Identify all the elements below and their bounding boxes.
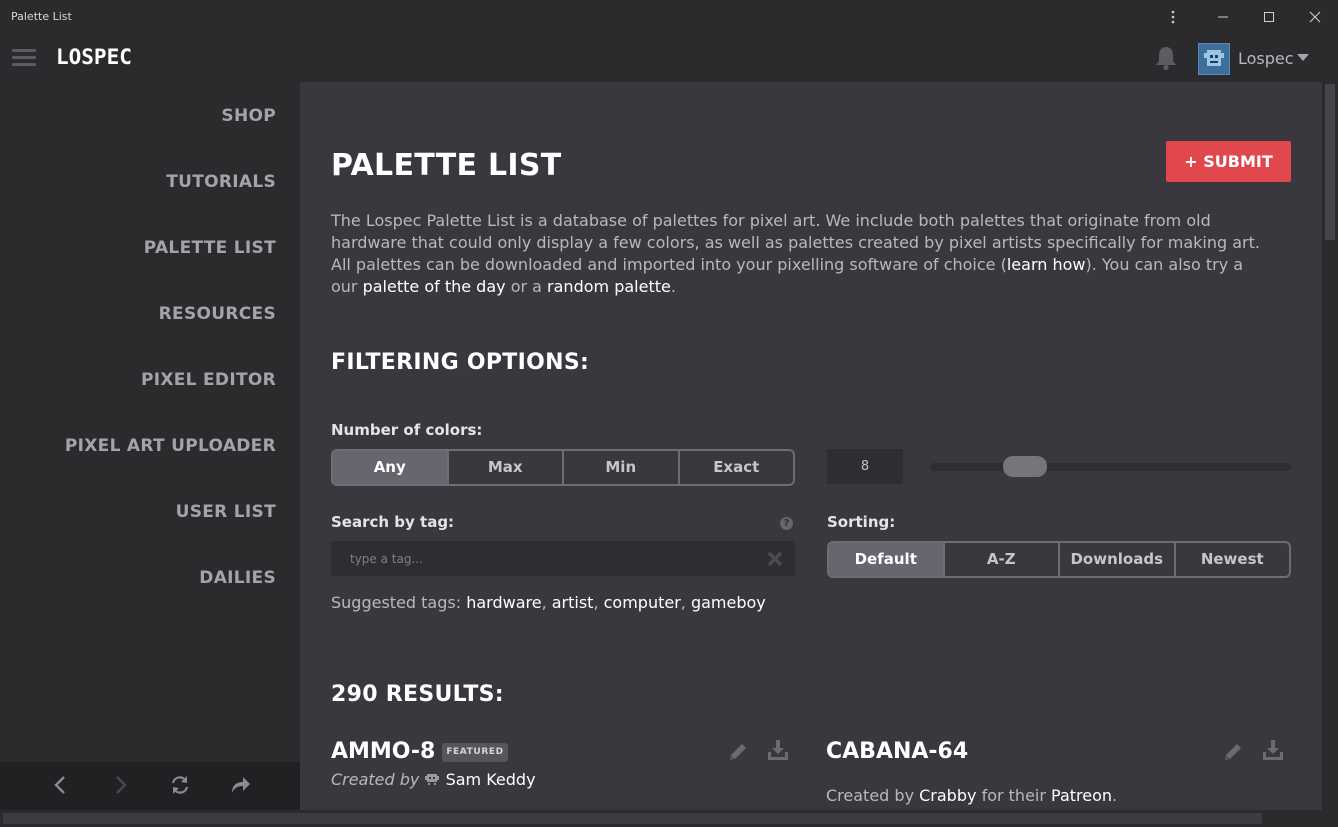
lospec-logo[interactable]: LOSPEC	[56, 45, 132, 69]
clear-icon[interactable]	[766, 550, 784, 568]
sort-downloads[interactable]: Downloads	[1060, 543, 1176, 576]
site-header: LOSPEC Lospec	[0, 34, 1338, 82]
created-by-label: Created by	[331, 770, 420, 789]
tag-search-input[interactable]	[331, 541, 795, 576]
notification-bell-icon[interactable]	[1154, 45, 1178, 71]
random-palette-link[interactable]: random palette	[547, 277, 671, 296]
intro-part: or a	[505, 277, 548, 296]
suggested-tags: Suggested tags: hardware, artist, comput…	[331, 593, 766, 612]
sorting-label: Sorting:	[827, 513, 896, 531]
tag-artist[interactable]: artist	[552, 593, 594, 612]
main-content: PALETTE LIST + SUBMIT The Lospec Palette…	[300, 82, 1322, 810]
num-colors-label: Number of colors:	[331, 421, 483, 439]
edit-icon[interactable]	[726, 740, 750, 764]
sidebar-item-tutorials[interactable]: TUTORIALS	[166, 172, 276, 192]
sidebar-item-dailies[interactable]: DAILIES	[199, 568, 276, 588]
page-title: PALETTE LIST	[331, 148, 562, 183]
browser-nav-bar	[0, 762, 300, 810]
palette-name[interactable]: AMMO-8	[331, 739, 435, 764]
user-icon	[425, 774, 440, 785]
author-link[interactable]: Sam Keddy	[446, 770, 536, 789]
download-icon[interactable]	[766, 738, 790, 762]
chevron-down-icon[interactable]	[1297, 54, 1309, 61]
window-title: Palette List	[11, 10, 72, 23]
sidebar-item-shop[interactable]: SHOP	[221, 106, 276, 126]
num-colors-any[interactable]: Any	[333, 451, 449, 484]
learn-how-link[interactable]: learn how	[1007, 255, 1086, 274]
download-icon[interactable]	[1261, 738, 1285, 762]
vertical-scrollbar-thumb[interactable]	[1325, 84, 1335, 240]
tag-computer[interactable]: computer	[604, 593, 681, 612]
filtering-title: FILTERING OPTIONS:	[331, 350, 590, 375]
num-colors-value[interactable]: 8	[827, 449, 903, 484]
num-colors-slider-track[interactable]	[930, 463, 1291, 471]
close-icon[interactable]	[1292, 4, 1338, 30]
num-colors-max[interactable]: Max	[449, 451, 564, 484]
sort-a-z[interactable]: A-Z	[945, 543, 1060, 576]
help-icon[interactable]: ?	[780, 517, 793, 530]
intro-text: The Lospec Palette List is a database of…	[331, 210, 1266, 298]
sidebar-item-user-list[interactable]: USER LIST	[176, 502, 276, 522]
search-tag-label: Search by tag:	[331, 513, 455, 531]
num-colors-selector: Any Max Min Exact	[331, 449, 795, 486]
submit-button[interactable]: + SUBMIT	[1166, 141, 1291, 182]
tag-hardware[interactable]: hardware	[466, 593, 541, 612]
author-link[interactable]: Crabby	[919, 786, 976, 805]
back-icon[interactable]	[50, 774, 72, 796]
palette-credit: Created by Sam Keddy	[331, 770, 536, 789]
forward-icon[interactable]	[109, 774, 131, 796]
tag-gameboy[interactable]: gameboy	[691, 593, 766, 612]
username-label[interactable]: Lospec	[1238, 49, 1294, 68]
created-mid-label: for their	[981, 786, 1046, 805]
palette-credit: Created by Crabby for their Patreon.	[826, 786, 1117, 805]
palette-name[interactable]: CABANA-64	[826, 739, 968, 764]
intro-part: .	[670, 277, 676, 296]
edit-icon[interactable]	[1221, 740, 1245, 764]
app-window: Palette List LOSPEC Lospec SHOP TUTORIAL…	[0, 0, 1338, 827]
title-bar: Palette List	[0, 0, 1338, 34]
sort-default[interactable]: Default	[829, 543, 945, 576]
num-colors-min[interactable]: Min	[564, 451, 680, 484]
sidebar: SHOP TUTORIALS PALETTE LIST RESOURCES PI…	[0, 82, 300, 762]
featured-badge: FEATURED	[442, 743, 508, 762]
hamburger-menu-icon[interactable]	[12, 49, 36, 67]
user-avatar[interactable]	[1198, 43, 1230, 75]
palette-of-the-day-link[interactable]: palette of the day	[363, 277, 506, 296]
sidebar-item-pixel-art-uploader[interactable]: PIXEL ART UPLOADER	[65, 436, 276, 456]
maximize-icon[interactable]	[1246, 4, 1292, 30]
created-suffix: .	[1112, 786, 1118, 805]
share-icon[interactable]	[229, 774, 251, 796]
more-menu-icon[interactable]	[1150, 4, 1196, 30]
sidebar-item-resources[interactable]: RESOURCES	[159, 304, 276, 324]
sidebar-item-pixel-editor[interactable]: PIXEL EDITOR	[141, 370, 276, 390]
minimize-icon[interactable]	[1200, 4, 1246, 30]
refresh-icon[interactable]	[169, 774, 191, 796]
num-colors-exact[interactable]: Exact	[680, 451, 794, 484]
horizontal-scrollbar-thumb[interactable]	[3, 813, 1262, 824]
platform-link[interactable]: Patreon	[1051, 786, 1112, 805]
created-by-label: Created by	[826, 786, 915, 805]
results-title: 290 RESULTS:	[331, 682, 504, 707]
suggested-tags-label: Suggested tags:	[331, 593, 462, 612]
sidebar-item-palette-list[interactable]: PALETTE LIST	[144, 238, 276, 258]
num-colors-slider-thumb[interactable]	[1003, 456, 1047, 477]
sort-newest[interactable]: Newest	[1176, 543, 1290, 576]
sorting-selector: Default A-Z Downloads Newest	[827, 541, 1291, 578]
